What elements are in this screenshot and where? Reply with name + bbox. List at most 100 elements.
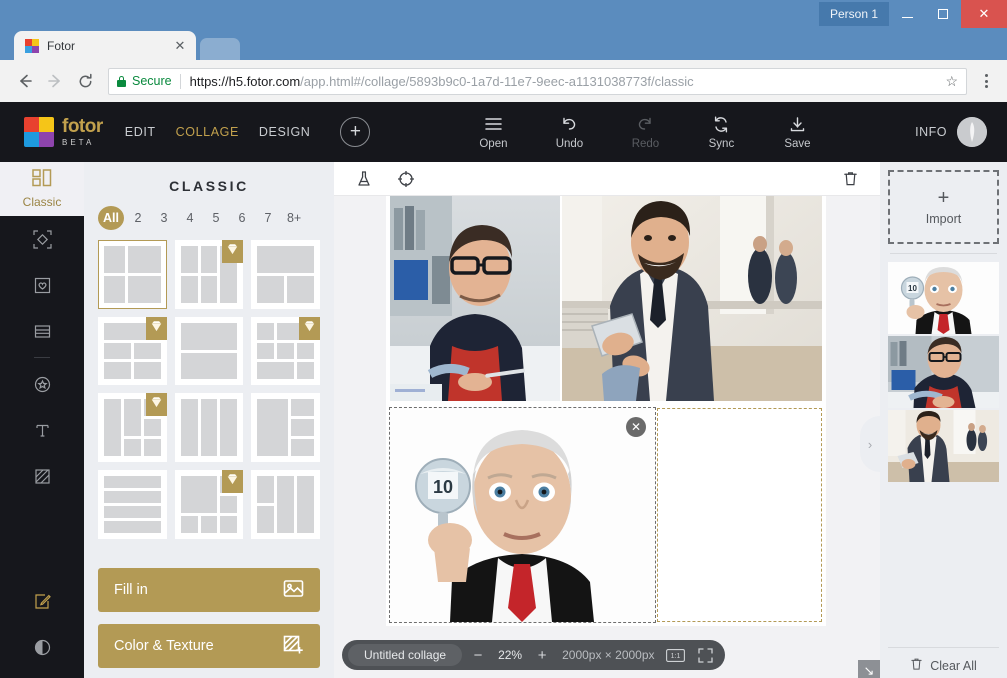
close-button[interactable]: ✕	[961, 0, 1007, 28]
filter-8plus[interactable]: 8+	[282, 206, 306, 230]
open-button[interactable]: Open	[470, 114, 516, 150]
photo-thumb-bald-man[interactable]: 10	[888, 262, 999, 334]
canvas-status-bar: Untitled collage − 22% + 2000px × 2000px…	[342, 640, 725, 670]
photo-thumb-glasses-man[interactable]	[888, 336, 999, 408]
maximize-button[interactable]	[925, 0, 961, 28]
template-thumb-4[interactable]	[98, 316, 167, 386]
filter-all[interactable]: All	[98, 206, 124, 230]
fill-in-button[interactable]: Fill in	[98, 568, 320, 612]
filter-3[interactable]: 3	[152, 206, 176, 230]
canvas-resize-grip[interactable]: ↘	[858, 660, 880, 678]
nav-edit[interactable]: EDIT	[125, 125, 156, 139]
template-thumb-5[interactable]	[174, 316, 244, 386]
save-button[interactable]: Save	[774, 114, 820, 150]
canvas-collapse-button[interactable]: ›	[860, 416, 880, 472]
rail-item-text[interactable]	[28, 407, 56, 453]
back-button[interactable]	[10, 66, 40, 96]
sync-icon	[713, 114, 729, 134]
info-label[interactable]: INFO	[915, 125, 947, 139]
template-thumb-10[interactable]	[98, 470, 167, 539]
filter-4[interactable]: 4	[178, 206, 202, 230]
collage-cell-1[interactable]	[390, 196, 560, 401]
premium-badge	[299, 316, 321, 340]
photo-tray-panel: + Import 10 Clear All	[880, 162, 1007, 678]
zoom-out-button[interactable]: −	[466, 643, 490, 667]
browser-window: Person 1 ✕ Fotor ✕ Secure https://h5.fot…	[0, 0, 1007, 678]
filter-6[interactable]: 6	[230, 206, 254, 230]
template-thumb-11[interactable]	[174, 470, 244, 539]
crosshair-target-icon[interactable]	[392, 165, 420, 193]
template-thumb-6[interactable]	[251, 316, 321, 386]
person-label: Person 1	[829, 7, 878, 21]
tray-thumbnails: 10	[888, 262, 999, 482]
color-texture-button[interactable]: Color & Texture	[98, 624, 320, 668]
template-thumb-8[interactable]	[174, 393, 244, 463]
undo-button[interactable]: Undo	[546, 114, 592, 150]
template-layout-preview	[180, 399, 238, 457]
window-titlebar: Person 1 ✕	[0, 0, 1007, 28]
filter-7[interactable]: 7	[256, 206, 280, 230]
remove-photo-button[interactable]: ✕	[626, 417, 646, 437]
template-cell	[257, 342, 275, 360]
person-chip[interactable]: Person 1	[818, 2, 889, 26]
minimize-button[interactable]	[889, 0, 925, 28]
template-cell	[104, 476, 161, 488]
filter-5[interactable]: 5	[204, 206, 228, 230]
rail-item-favorites[interactable]	[28, 262, 56, 308]
template-cell	[104, 342, 131, 360]
fotor-logo[interactable]: fotor BETA	[24, 117, 103, 147]
document-name-field[interactable]: Untitled collage	[348, 644, 463, 666]
clear-all-button[interactable]: Clear All	[888, 647, 999, 674]
trash-icon	[910, 657, 923, 674]
texture-add-icon	[283, 634, 304, 659]
nav-design[interactable]: DESIGN	[259, 125, 311, 139]
import-button[interactable]: + Import	[888, 170, 999, 244]
template-cell	[297, 476, 315, 533]
browser-tab-fotor[interactable]: Fotor ✕	[14, 31, 196, 60]
classic-grid-icon	[32, 169, 52, 192]
sync-button[interactable]: Sync	[698, 114, 744, 150]
minimize-icon	[901, 17, 913, 18]
template-layout-preview	[104, 476, 161, 533]
rail-item-texture[interactable]	[28, 453, 56, 499]
redo-icon	[636, 114, 654, 134]
rail-item-edit[interactable]	[28, 578, 56, 624]
filter-2[interactable]: 2	[126, 206, 150, 230]
zoom-in-button[interactable]: +	[530, 643, 554, 667]
collage-cell-2[interactable]	[562, 196, 822, 401]
template-thumb-7[interactable]	[98, 393, 167, 463]
template-thumb-12[interactable]	[251, 470, 321, 539]
shape-flask-icon[interactable]	[350, 165, 378, 193]
template-layout-preview	[104, 246, 161, 303]
photo-thumb-tablet-man[interactable]	[888, 410, 999, 482]
template-thumb-9[interactable]	[251, 393, 321, 463]
address-bar[interactable]: Secure https://h5.fotor.com/app.html#/co…	[108, 67, 967, 95]
template-cell	[277, 476, 295, 533]
actual-size-icon[interactable]: 1:1	[663, 643, 689, 667]
template-thumb-1[interactable]	[98, 240, 167, 309]
collage-cell-4[interactable]	[657, 408, 822, 622]
trash-icon[interactable]	[836, 165, 864, 193]
canvas-stage[interactable]: 10 ✕ › Untitled collage − 22% + 2000px ×…	[334, 196, 880, 678]
template-thumb-3[interactable]	[251, 240, 321, 309]
collage-cell-3[interactable]: 10 ✕	[389, 407, 656, 623]
bookmark-star-icon[interactable]: ☆	[939, 73, 958, 90]
premium-badge	[222, 470, 244, 494]
rail-item-classic[interactable]: Classic	[0, 162, 84, 216]
add-new-button[interactable]: +	[340, 117, 371, 147]
browser-toolbar: Secure https://h5.fotor.com/app.html#/co…	[0, 60, 1007, 102]
rail-item-stickers[interactable]	[28, 361, 56, 407]
reload-button[interactable]	[70, 66, 100, 96]
template-cell	[143, 419, 161, 437]
rail-item-stripes[interactable]	[28, 308, 56, 354]
rail-item-artistic[interactable]	[28, 216, 56, 262]
rail-item-theme[interactable]	[28, 624, 56, 670]
tab-close-icon[interactable]: ✕	[172, 38, 188, 54]
new-tab-button[interactable]	[200, 38, 240, 60]
template-thumb-2[interactable]	[174, 240, 244, 309]
fullscreen-icon[interactable]	[693, 643, 719, 667]
chrome-menu-button[interactable]	[975, 74, 997, 88]
plus-icon: +	[937, 187, 950, 209]
avatar[interactable]	[957, 117, 987, 147]
nav-collage[interactable]: COLLAGE	[176, 125, 239, 139]
